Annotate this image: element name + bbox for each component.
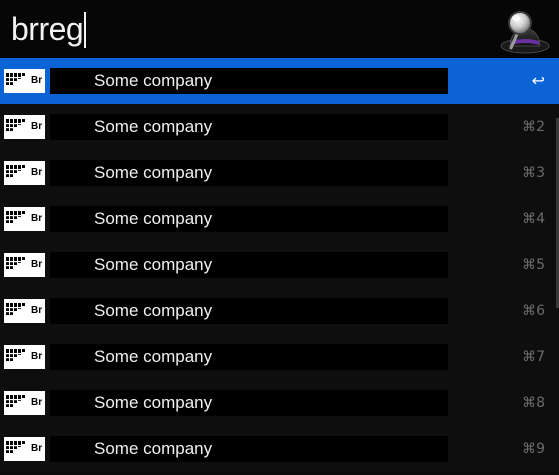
brreg-logo-icon: Br bbox=[4, 345, 45, 369]
icon-label: Br bbox=[31, 443, 43, 454]
icon-label: Br bbox=[31, 213, 43, 224]
result-title: Some company bbox=[94, 163, 213, 182]
shortcut-hint: ⌘5 bbox=[522, 257, 545, 273]
shortcut-hint: ⌘3 bbox=[522, 165, 545, 181]
shortcut-hint: ⌘9 bbox=[522, 441, 545, 457]
result-title: Some company bbox=[94, 255, 213, 274]
result-title: Some company bbox=[94, 301, 213, 320]
result-title: Some company bbox=[94, 347, 213, 366]
result-row[interactable]: Br Some company ⌘8 bbox=[0, 380, 559, 426]
result-title: Some company bbox=[94, 393, 213, 412]
launcher-window: brreg Br Some company ↩ Br Some company … bbox=[0, 0, 559, 475]
return-key-hint: ↩ bbox=[531, 71, 545, 90]
shortcut-hint: ⌘8 bbox=[522, 395, 545, 411]
result-row[interactable]: Br Some company ⌘3 bbox=[0, 150, 559, 196]
result-row[interactable]: Br Some company ⌘4 bbox=[0, 196, 559, 242]
result-row[interactable]: Br Some company ⌘7 bbox=[0, 334, 559, 380]
brreg-logo-icon: Br bbox=[4, 69, 45, 93]
icon-label: Br bbox=[31, 167, 43, 178]
shortcut-hint: ⌘6 bbox=[522, 303, 545, 319]
brreg-logo-icon: Br bbox=[4, 253, 45, 277]
search-bar: brreg bbox=[0, 0, 559, 58]
result-title: Some company bbox=[94, 71, 213, 90]
result-title: Some company bbox=[94, 209, 213, 228]
brreg-logo-icon: Br bbox=[4, 437, 45, 461]
brreg-logo-icon: Br bbox=[4, 161, 45, 185]
shortcut-hint: ⌘7 bbox=[522, 349, 545, 365]
result-title: Some company bbox=[94, 439, 213, 458]
result-row[interactable]: Br Some company ⌘5 bbox=[0, 242, 559, 288]
brreg-logo-icon: Br bbox=[4, 299, 45, 323]
brreg-logo-icon: Br bbox=[4, 391, 45, 415]
result-row[interactable]: Br Some company ⌘6 bbox=[0, 288, 559, 334]
result-row[interactable]: Br Some company ⌘2 bbox=[0, 104, 559, 150]
text-caret bbox=[84, 11, 87, 48]
brreg-logo-icon: Br bbox=[4, 207, 45, 231]
shortcut-hint: ⌘4 bbox=[522, 211, 545, 227]
search-input[interactable]: brreg bbox=[11, 8, 87, 50]
brreg-logo-icon: Br bbox=[4, 115, 45, 139]
icon-label: Br bbox=[31, 259, 43, 270]
result-row[interactable]: Br Some company ↩ bbox=[0, 58, 559, 104]
icon-label: Br bbox=[31, 351, 43, 362]
icon-label: Br bbox=[31, 305, 43, 316]
alfred-hat-magnifier-icon[interactable] bbox=[498, 6, 550, 54]
shortcut-hint: ⌘2 bbox=[522, 119, 545, 135]
result-title: Some company bbox=[94, 117, 213, 136]
icon-label: Br bbox=[31, 75, 43, 86]
icon-label: Br bbox=[31, 397, 43, 408]
icon-label: Br bbox=[31, 121, 43, 132]
result-row[interactable]: Br Some company ⌘9 bbox=[0, 426, 559, 472]
search-query: brreg bbox=[11, 11, 84, 47]
results-list: Br Some company ↩ Br Some company ⌘2 Br … bbox=[0, 58, 559, 475]
